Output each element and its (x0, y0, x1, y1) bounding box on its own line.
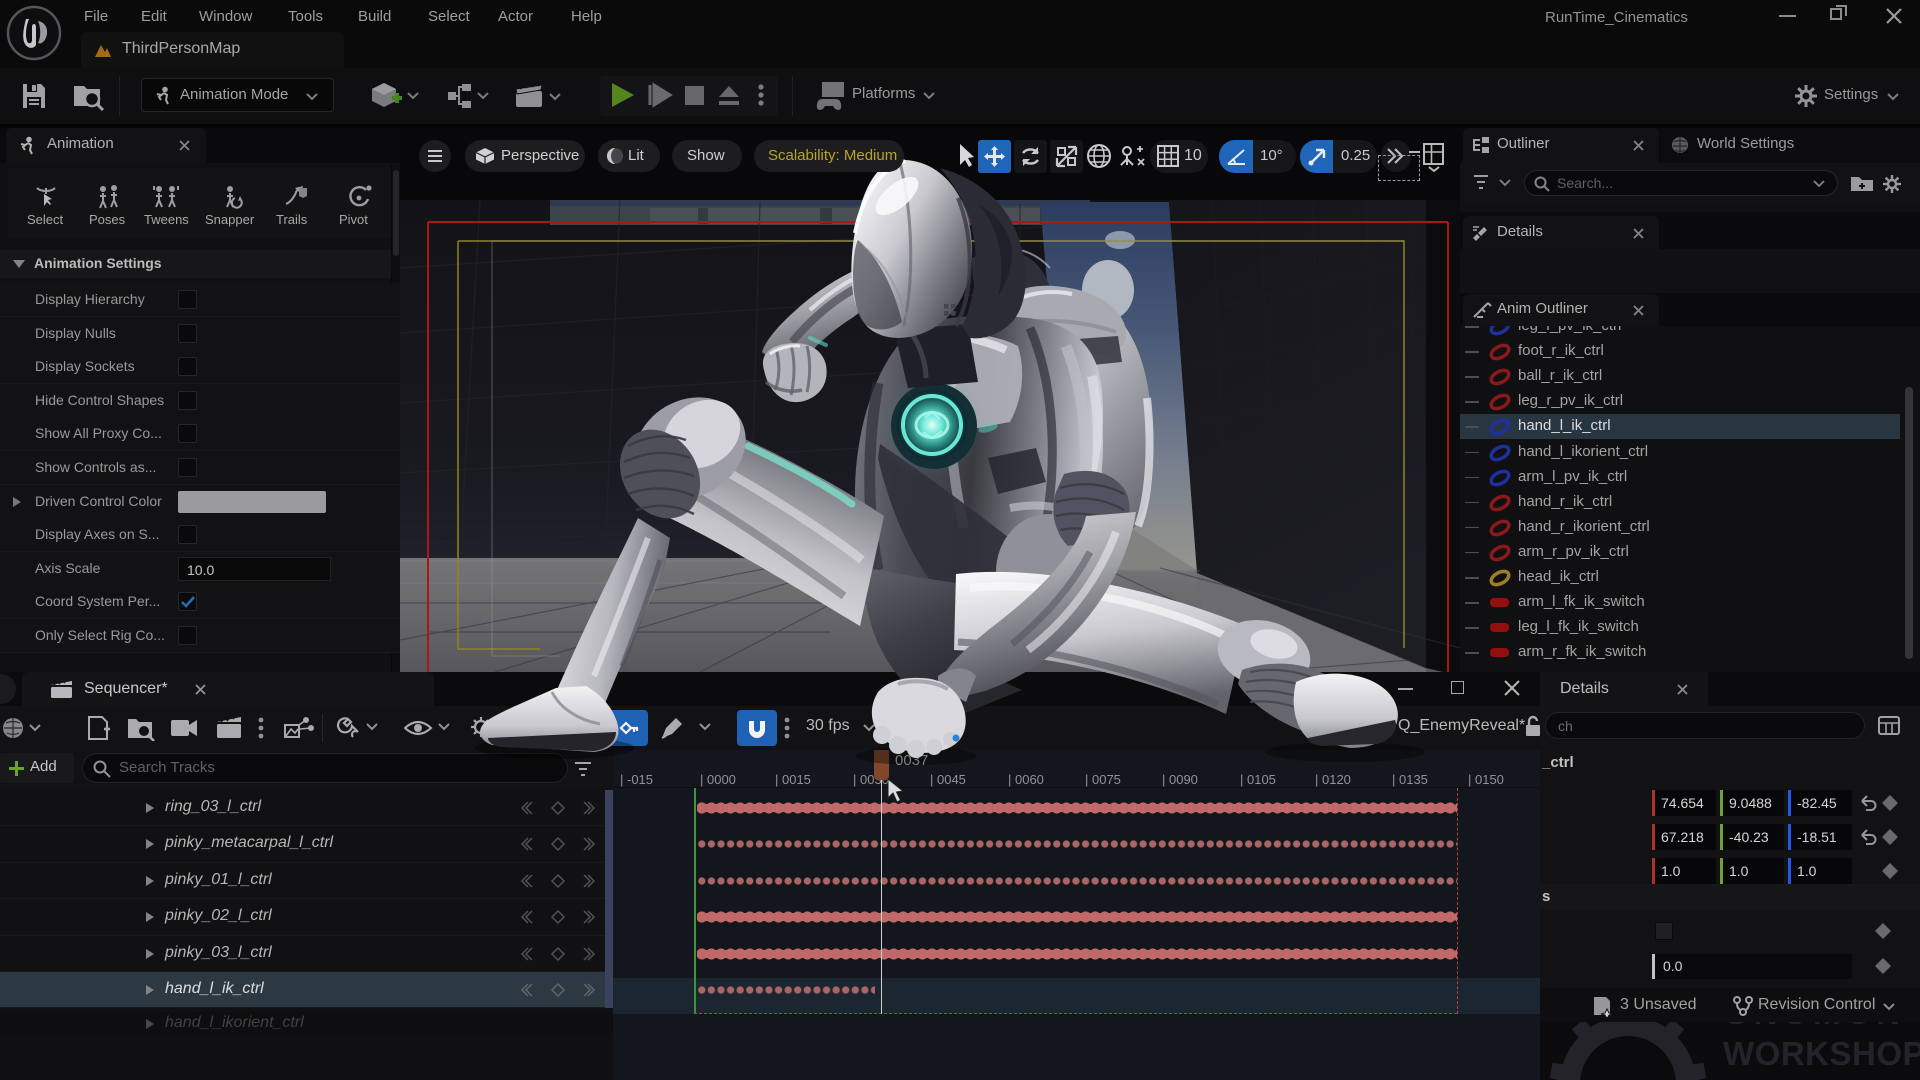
svg-text:WORKSHOP: WORKSHOP (1723, 1035, 1920, 1072)
